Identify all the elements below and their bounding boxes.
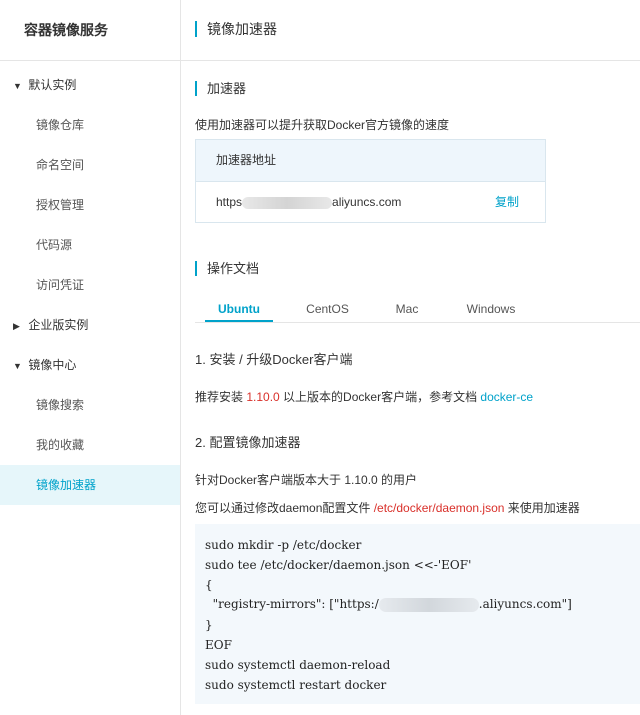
tab-mac[interactable]: Mac: [387, 298, 427, 320]
caret-down-icon: ▼: [13, 81, 22, 91]
sidebar-item-authorization[interactable]: 授权管理: [0, 185, 180, 225]
page-title: 镜像加速器: [195, 21, 277, 37]
code-block: sudo mkdir -p /etc/docker sudo tee /etc/…: [195, 524, 640, 704]
sidebar-group-image-center[interactable]: ▼ 镜像中心: [0, 345, 180, 385]
docker-ce-link[interactable]: docker-ce: [480, 390, 533, 404]
step2-title: 2. 配置镜像加速器: [195, 435, 301, 450]
accelerator-url-suffix: aliyuncs.com: [332, 195, 402, 209]
code-line: sudo systemctl daemon-reload: [205, 658, 391, 672]
sidebar-group-label: 默认实例: [28, 78, 77, 92]
sidebar-item-image-search[interactable]: 镜像搜索: [0, 385, 180, 425]
sidebar-item-access-credentials[interactable]: 访问凭证: [0, 265, 180, 305]
step2-text-part: 您可以通过修改daemon配置文件: [195, 501, 374, 515]
step2-line1: 针对Docker客户端版本大于 1.10.0 的用户: [195, 473, 418, 487]
copy-button[interactable]: 复制: [495, 182, 519, 222]
accelerator-url: https aliyuncs.com: [216, 195, 401, 209]
sidebar-item-namespaces[interactable]: 命名空间: [0, 145, 180, 185]
code-line: "registry-mirrors": ["https:/ .aliyuncs.c…: [205, 597, 572, 612]
sidebar-item-code-source[interactable]: 代码源: [0, 225, 180, 265]
sidebar-group-default-instance[interactable]: ▼ 默认实例: [0, 65, 180, 105]
tab-centos[interactable]: CentOS: [295, 298, 360, 320]
code-text: "registry-mirrors": ["https:/: [205, 597, 379, 611]
caret-down-icon: ▼: [13, 361, 22, 371]
accelerator-address-row: https aliyuncs.com 复制: [196, 182, 545, 222]
accelerator-description: 使用加速器可以提升获取Docker官方镜像的速度: [195, 118, 450, 132]
code-line: sudo mkdir -p /etc/docker: [205, 538, 362, 552]
step1-title: 1. 安装 / 升级Docker客户端: [195, 352, 353, 367]
main-content: 镜像加速器 加速器 使用加速器可以提升获取Docker官方镜像的速度 加速器地址…: [181, 0, 640, 715]
os-tabs: Ubuntu CentOS Mac Windows: [195, 298, 640, 323]
code-line: sudo tee /etc/docker/daemon.json <<-'EOF…: [205, 558, 472, 572]
sidebar-group-enterprise-instance[interactable]: ▶ 企业版实例: [0, 305, 180, 345]
step2-line2: 您可以通过修改daemon配置文件 /etc/docker/daemon.jso…: [195, 499, 580, 516]
page-header: 镜像加速器: [181, 0, 640, 61]
section-title-docs: 操作文档: [195, 261, 259, 276]
redacted-mask: [378, 597, 479, 612]
sidebar: 容器镜像服务 ▼ 默认实例 镜像仓库 命名空间 授权管理 代码源 访问凭证 ▶ …: [0, 0, 181, 715]
code-line: sudo systemctl restart docker: [205, 678, 387, 692]
sidebar-group-label: 镜像中心: [28, 358, 77, 372]
code-line: EOF: [205, 638, 232, 652]
step1-version: 1.10.0: [246, 390, 280, 404]
code-text: .aliyuncs.com"]: [478, 597, 572, 611]
code-line: }: [205, 618, 213, 632]
sidebar-title: 容器镜像服务: [0, 0, 180, 61]
step2-text-part: 来使用加速器: [504, 501, 580, 515]
tab-ubuntu[interactable]: Ubuntu: [205, 298, 273, 322]
redacted-mask: [242, 196, 333, 209]
caret-right-icon: ▶: [13, 321, 20, 331]
accelerator-address-box: 加速器地址 https aliyuncs.com 复制: [195, 139, 546, 223]
sidebar-item-image-accelerator[interactable]: 镜像加速器: [0, 465, 180, 505]
sidebar-item-favorites[interactable]: 我的收藏: [0, 425, 180, 465]
step1-text-part: 以上版本的Docker客户端，参考文档: [279, 390, 481, 404]
sidebar-item-repositories[interactable]: 镜像仓库: [0, 105, 180, 145]
code-line: {: [205, 578, 213, 592]
sidebar-group-label: 企业版实例: [28, 318, 89, 332]
step1-text-part: 推荐安装: [195, 390, 247, 404]
step1-text: 推荐安装 1.10.0 以上版本的Docker客户端，参考文档 docker-c…: [195, 388, 533, 405]
accelerator-url-prefix: https: [216, 195, 243, 209]
accelerator-address-header: 加速器地址: [196, 140, 545, 182]
sidebar-menu: ▼ 默认实例 镜像仓库 命名空间 授权管理 代码源 访问凭证 ▶ 企业版实例 ▼…: [0, 65, 180, 505]
section-title-accelerator: 加速器: [195, 81, 246, 96]
tab-windows[interactable]: Windows: [461, 298, 521, 320]
daemon-json-path: /etc/docker/daemon.json: [373, 501, 505, 515]
